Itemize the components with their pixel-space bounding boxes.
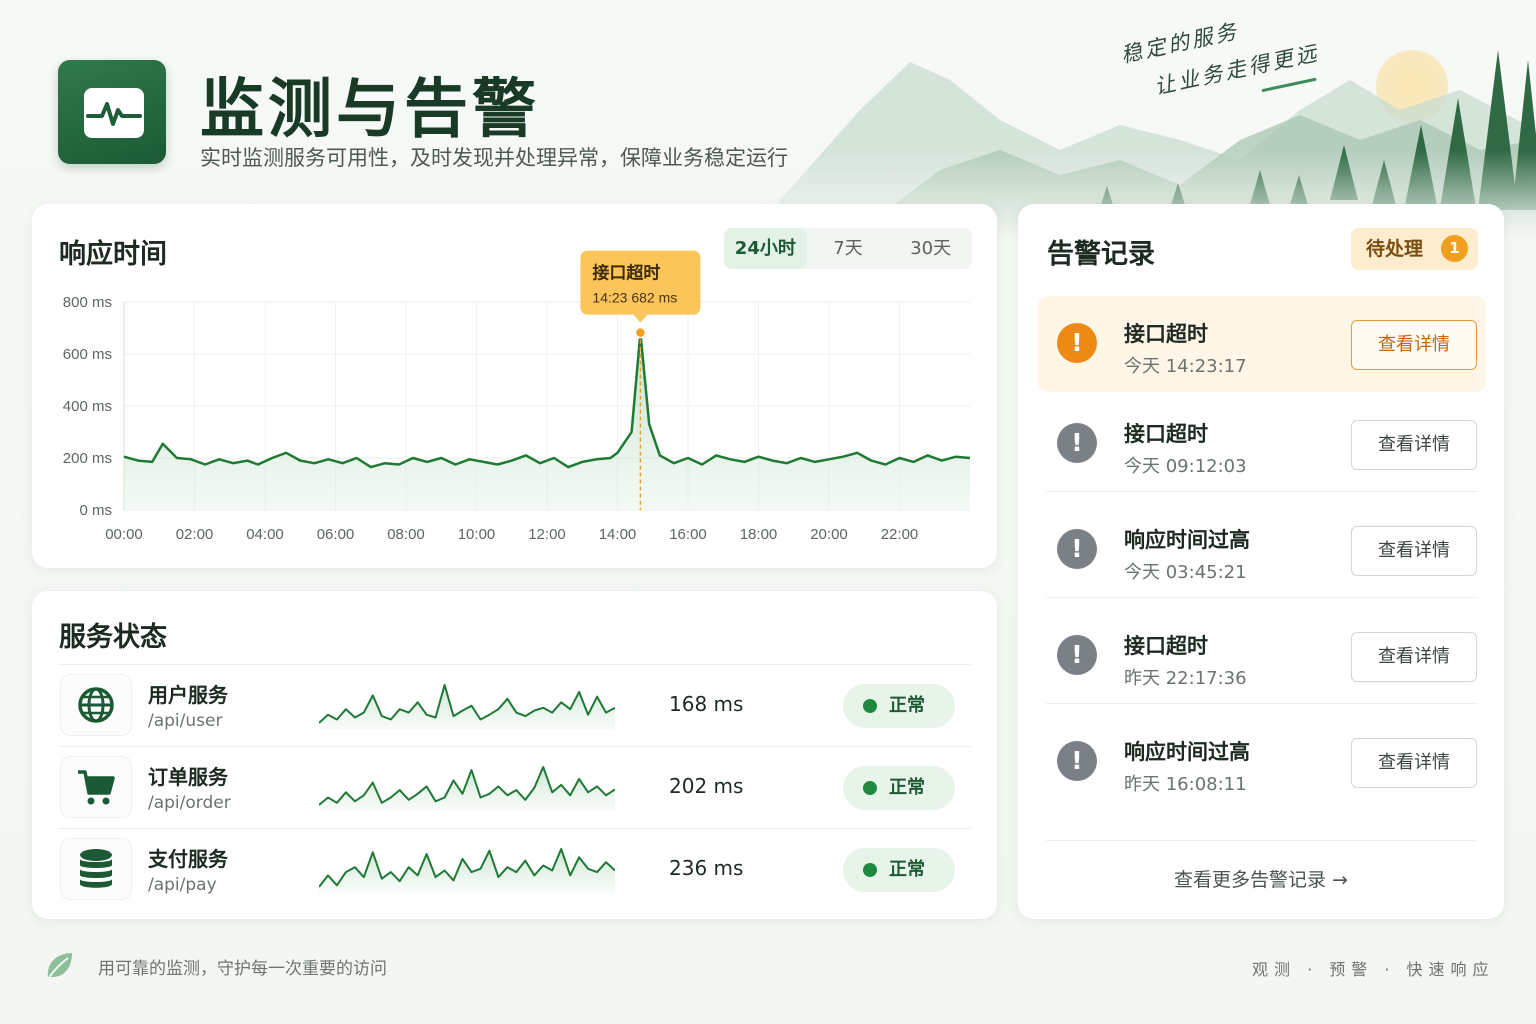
status-label: 正常 <box>889 859 925 880</box>
warning-icon: ! <box>1057 423 1097 463</box>
service-sparkline <box>319 848 615 893</box>
alert-time: 昨天 16:08:11 <box>1124 774 1247 795</box>
warning-icon: ! <box>1057 529 1097 569</box>
alert-title: 接口超时 <box>1124 634 1208 658</box>
status-dot <box>863 781 877 795</box>
x-tick-label: 00:00 <box>105 526 143 543</box>
pending-label: 待处理 <box>1366 238 1424 260</box>
service-row-order[interactable]: 订单服务 /api/order 202 ms 正常 <box>59 746 971 828</box>
peak-point <box>634 326 647 339</box>
response-time-card: 响应时间 24小时 7天 30天 0 ms 200 ms 400 ms 600 ms 8… <box>32 204 997 568</box>
sparkline-area <box>319 767 615 811</box>
globe-icon <box>78 687 114 723</box>
cart-icon <box>78 770 115 805</box>
y-tick-label: 800 ms <box>63 294 112 311</box>
x-tick-label: 22:00 <box>881 526 919 543</box>
alert-time: 今天 03:45:21 <box>1124 562 1247 583</box>
service-row-pay[interactable]: 支付服务 /api/pay 236 ms 正常 <box>59 828 971 910</box>
alert-records-title: 告警记录 <box>1047 239 1155 270</box>
status-label: 正常 <box>889 777 925 798</box>
alert-time: 今天 14:23:17 <box>1124 356 1247 377</box>
x-tick-label: 06:00 <box>317 526 355 543</box>
y-tick-label: 0 ms <box>79 502 112 519</box>
status-badge: 正常 <box>843 684 955 728</box>
alert-time: 今天 09:12:03 <box>1124 456 1247 477</box>
service-name: 支付服务 <box>148 847 228 871</box>
y-tick-label: 400 ms <box>63 398 112 415</box>
service-path: /api/pay <box>148 875 217 895</box>
service-name: 用户服务 <box>148 683 228 707</box>
service-latency: 168 ms <box>669 692 744 716</box>
app-logo <box>58 60 166 164</box>
warning-icon: ! <box>1057 635 1097 675</box>
tooltip-pointer <box>633 314 648 323</box>
divider <box>1046 840 1476 841</box>
x-tick-label: 02:00 <box>176 526 214 543</box>
page-subtitle: 实时监测服务可用性，及时发现并处理异常，保障业务稳定运行 <box>200 146 788 170</box>
view-more-alerts-link[interactable]: 查看更多告警记录 → <box>1018 865 1504 892</box>
page-header: 监测与告警 实时监测服务可用性，及时发现并处理异常，保障业务稳定运行 <box>58 58 918 170</box>
service-status-title: 服务状态 <box>59 622 167 653</box>
pulse-monitor-icon <box>86 102 142 126</box>
alert-item: ! 响应时间过高 今天 03:45:21 查看详情 <box>1038 502 1486 598</box>
service-latency: 202 ms <box>669 774 744 798</box>
alert-title: 接口超时 <box>1124 322 1208 346</box>
status-dot <box>863 863 877 877</box>
service-status-card: 服务状态 用户服务 /api/user 168 ms 正常 订单服务 /api/… <box>32 591 997 919</box>
warning-icon: ! <box>1057 323 1097 363</box>
tooltip-value: 14:23 682 ms <box>592 290 677 306</box>
x-tick-label: 12:00 <box>528 526 566 543</box>
view-details-button[interactable]: 查看详情 <box>1351 420 1477 470</box>
status-badge: 正常 <box>843 766 955 810</box>
footer-tagline: 用可靠的监测，守护每一次重要的访问 <box>44 950 387 982</box>
alert-item: ! 接口超时 今天 14:23:17 查看详情 <box>1038 296 1486 392</box>
service-icon-box <box>60 838 132 900</box>
service-icon-box <box>60 674 132 736</box>
alert-title: 响应时间过高 <box>1124 740 1250 764</box>
database-icon <box>80 849 112 888</box>
y-tick-label: 200 ms <box>63 450 112 467</box>
alert-time: 昨天 22:17:36 <box>1124 668 1247 689</box>
status-dot <box>863 699 877 713</box>
footer-left-text: 用可靠的监测，守护每一次重要的访问 <box>98 958 387 979</box>
service-path: /api/user <box>148 711 223 731</box>
service-latency: 236 ms <box>669 856 744 880</box>
sparkline-area <box>319 849 615 893</box>
pending-count: 1 <box>1441 235 1468 262</box>
status-label: 正常 <box>889 695 925 716</box>
view-details-button[interactable]: 查看详情 <box>1351 632 1477 682</box>
tooltip-title: 接口超时 <box>592 263 660 284</box>
x-tick-label: 20:00 <box>810 526 848 543</box>
service-sparkline <box>319 684 615 729</box>
alert-item: ! 接口超时 昨天 22:17:36 查看详情 <box>1038 608 1486 704</box>
status-badge: 正常 <box>843 848 955 892</box>
service-row-user[interactable]: 用户服务 /api/user 168 ms 正常 <box>59 664 971 746</box>
pending-badge[interactable]: 待处理 1 <box>1351 228 1478 270</box>
alert-title: 响应时间过高 <box>1124 528 1250 552</box>
service-icon-box <box>60 756 132 818</box>
x-tick-label: 08:00 <box>387 526 425 543</box>
footer-right-text: 观测 · 预警 · 快速响应 <box>1252 960 1495 979</box>
view-details-button[interactable]: 查看详情 <box>1351 738 1477 788</box>
x-tick-label: 16:00 <box>669 526 707 543</box>
alert-title: 接口超时 <box>1124 422 1208 446</box>
x-tick-label: 04:00 <box>246 526 284 543</box>
leaf-icon <box>47 953 72 980</box>
service-name: 订单服务 <box>148 765 228 789</box>
y-tick-label: 600 ms <box>63 346 112 363</box>
alert-item: ! 接口超时 今天 09:12:03 查看详情 <box>1038 396 1486 492</box>
view-details-button[interactable]: 查看详情 <box>1351 526 1477 576</box>
page-title: 监测与告警 <box>200 73 540 147</box>
x-tick-label: 18:00 <box>740 526 778 543</box>
warning-icon: ! <box>1057 741 1097 781</box>
service-path: /api/order <box>148 793 231 813</box>
x-tick-label: 10:00 <box>458 526 496 543</box>
service-sparkline <box>319 766 615 811</box>
alert-records-card: 告警记录 待处理 1 ! 接口超时 今天 14:23:17 查看详情 ! 接口超… <box>1018 204 1504 919</box>
x-tick-label: 14:00 <box>599 526 637 543</box>
view-details-button[interactable]: 查看详情 <box>1351 320 1477 370</box>
alert-item: ! 响应时间过高 昨天 16:08:11 查看详情 <box>1038 714 1486 810</box>
response-time-chart: 0 ms 200 ms 400 ms 600 ms 800 ms 00:00 02:00 04… <box>63 250 971 543</box>
